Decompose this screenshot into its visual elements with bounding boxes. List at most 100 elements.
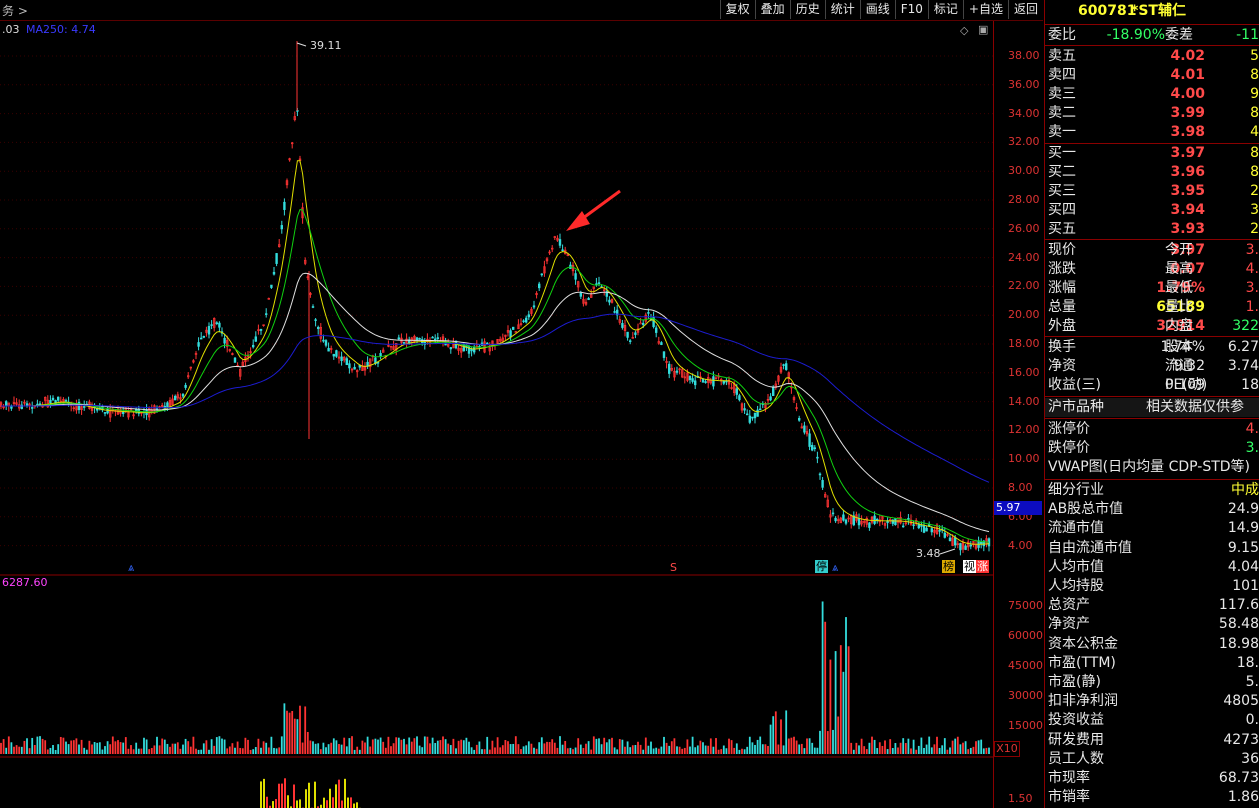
indicator-bar xyxy=(296,800,298,808)
toolbar-button-1[interactable]: 叠加 xyxy=(754,0,790,19)
volume-bar xyxy=(501,745,504,754)
volume-bar xyxy=(358,749,361,754)
s-marker[interactable]: S xyxy=(670,561,677,574)
volume-bar xyxy=(618,739,621,754)
volume-bar xyxy=(548,742,551,754)
volume-bar xyxy=(221,738,223,754)
diamond-icon[interactable]: ◇ xyxy=(960,24,968,37)
volume-bar xyxy=(767,745,769,754)
volume-bar xyxy=(860,738,863,754)
shi-flag[interactable]: 视 xyxy=(963,560,976,573)
volume-bar xyxy=(592,736,595,754)
bid-volume: 8 xyxy=(1250,145,1259,161)
volume-bar xyxy=(291,710,294,754)
volume-bar xyxy=(608,739,611,754)
volume-bar xyxy=(647,745,650,754)
kline-chart[interactable] xyxy=(0,21,993,808)
breadcrumb[interactable]: 务 > xyxy=(2,2,28,19)
toolbar-button-3[interactable]: 统计 xyxy=(824,0,860,19)
ask-price: 3.98 xyxy=(1170,124,1205,140)
panel-toggle-icon[interactable]: ▣ xyxy=(978,23,988,36)
fundamental-row: 市销率 1.86 xyxy=(1045,788,1259,807)
volume-bar xyxy=(296,719,299,754)
candle-body xyxy=(925,527,928,532)
ting-flag[interactable]: 停 xyxy=(815,560,828,573)
volume-bar xyxy=(390,746,392,754)
candle-body xyxy=(816,456,819,459)
volume-bar xyxy=(925,744,928,754)
ask-price: 4.01 xyxy=(1170,67,1205,83)
kline-chart-area[interactable]: .03 MA250: 4.74 6287.60 39.11 3.48 ◇ ▣ S… xyxy=(0,21,993,808)
toolbar-button-8[interactable]: 返回 xyxy=(1007,0,1043,19)
toolbar-button-7[interactable]: +自选 xyxy=(962,0,1008,19)
toolbar-button-5[interactable]: F10 xyxy=(894,0,928,19)
indicator-bar xyxy=(341,800,343,808)
ask-price: 3.99 xyxy=(1170,105,1205,121)
volume-bar xyxy=(585,743,587,754)
volume-bar xyxy=(140,748,143,754)
volume-bar xyxy=(111,736,114,754)
zhang-flag[interactable]: 涨 xyxy=(976,560,989,573)
weibi-row: 委比 -18.90% 委差 -11 xyxy=(1045,26,1259,45)
candle-body xyxy=(561,249,564,252)
bid-label: 买四 xyxy=(1048,202,1076,218)
x10-button[interactable]: X10 xyxy=(994,741,1020,757)
volume-bar xyxy=(423,736,426,754)
price-tick: 38.00 xyxy=(1008,49,1040,62)
volume-bar xyxy=(673,738,676,754)
candle-body xyxy=(662,351,666,358)
volume-bar xyxy=(910,748,912,754)
fundamental-value: 58.48 xyxy=(1218,616,1259,633)
volume-bar xyxy=(374,738,377,754)
volume-bar xyxy=(917,745,920,754)
candle-body xyxy=(348,363,351,369)
volume-bar xyxy=(449,745,452,754)
volume-bar xyxy=(507,741,509,754)
candle-body xyxy=(197,342,200,347)
vwap-label[interactable]: VWAP图(日内均量 CDP-STD等) xyxy=(1048,458,1250,477)
volume-bar xyxy=(5,747,8,754)
bang-flag[interactable]: 榜 xyxy=(942,560,955,573)
volume-bar xyxy=(228,746,231,754)
volume-bar xyxy=(800,743,803,754)
volume-bar xyxy=(943,738,946,754)
stats-row: 换手 1.74% 股本 6.27 xyxy=(1045,338,1259,357)
volume-bar xyxy=(774,711,777,754)
volume-bar xyxy=(842,671,845,754)
volume-bar xyxy=(145,739,148,754)
volume-bar xyxy=(392,743,395,754)
volume-bar xyxy=(382,741,385,754)
volume-bar xyxy=(309,740,312,754)
volume-bar xyxy=(67,744,70,754)
volume-bar xyxy=(226,748,229,754)
bid-price: 3.95 xyxy=(1170,183,1205,199)
volume-bar xyxy=(915,749,918,754)
vwap-row[interactable]: VWAP图(日内均量 CDP-STD等) xyxy=(1045,458,1259,477)
fundamental-row: 扣非净利润 4805 xyxy=(1045,692,1259,711)
bid-volume: 3 xyxy=(1250,202,1259,218)
quote-row: 总量 65189 量比 1. xyxy=(1045,298,1259,317)
low-price-label: 3.48 xyxy=(916,547,941,560)
market-note: 相关数据仅供参 xyxy=(1146,399,1244,415)
bid-row: 买二 3.96 8 xyxy=(1045,163,1259,182)
volume-bar xyxy=(343,737,346,754)
ask-row: 卖二 3.99 8 xyxy=(1045,104,1259,123)
candle-body xyxy=(647,312,650,314)
volume-bar xyxy=(460,739,463,754)
stats-label-left: 净资 xyxy=(1048,358,1076,374)
toolbar-button-0[interactable]: 复权 xyxy=(719,0,755,19)
volume-bar xyxy=(855,742,858,754)
volume-bar xyxy=(899,742,902,754)
volume-bar xyxy=(522,746,525,754)
toolbar-button-6[interactable]: 标记 xyxy=(927,0,963,19)
toolbar-button-4[interactable]: 画线 xyxy=(859,0,895,19)
fundamental-row: 投资收益 0. xyxy=(1045,711,1259,730)
volume-bar xyxy=(205,740,208,754)
indicator-bar xyxy=(278,783,280,808)
candle-body xyxy=(345,358,348,366)
volume-bar xyxy=(213,745,216,754)
candle-body xyxy=(340,356,343,362)
volume-bar xyxy=(96,742,99,754)
toolbar-button-2[interactable]: 历史 xyxy=(789,0,825,19)
volume-bar xyxy=(556,747,559,754)
